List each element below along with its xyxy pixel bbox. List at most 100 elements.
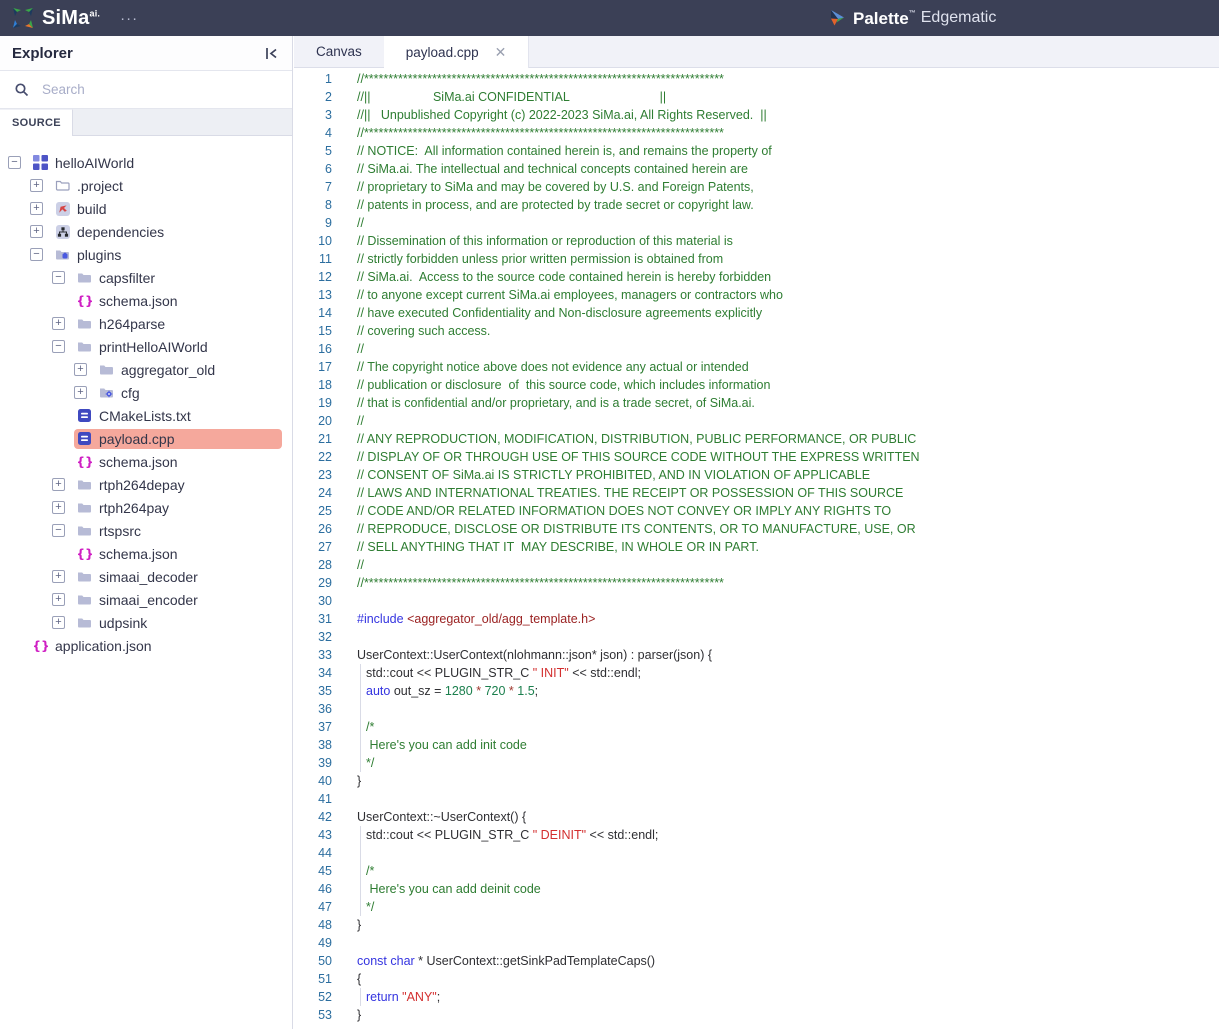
code-line[interactable]: 6// SiMa.ai. The intellectual and techni…	[294, 160, 1219, 178]
code-line[interactable]: 22// DISPLAY OF OR THROUGH USE OF THIS S…	[294, 448, 1219, 466]
tree-item-h264parse[interactable]: + h264parse	[0, 312, 292, 335]
code-line[interactable]: 33UserContext::UserContext(nlohmann::jso…	[294, 646, 1219, 664]
tree-item-content[interactable]: {}schema.json	[74, 452, 282, 472]
tree-item-payload-cpp[interactable]: payload.cpp	[0, 427, 292, 450]
code-line[interactable]: 44	[294, 844, 1219, 862]
code-line[interactable]: 40}	[294, 772, 1219, 790]
code-line[interactable]: 5// NOTICE: All information contained he…	[294, 142, 1219, 160]
code-line[interactable]: 13// to anyone except current SiMa.ai em…	[294, 286, 1219, 304]
code-line[interactable]: 10// Dissemination of this information o…	[294, 232, 1219, 250]
expand-node-icon[interactable]: +	[74, 363, 87, 376]
code-line[interactable]: 18// publication or disclosure of this s…	[294, 376, 1219, 394]
tree-item-udpsink[interactable]: + udpsink	[0, 611, 292, 634]
tree-item-content[interactable]: udpsink	[74, 613, 282, 633]
expand-node-icon[interactable]: +	[52, 593, 65, 606]
tree-item-plugins[interactable]: −plugins	[0, 243, 292, 266]
code-line[interactable]: 35auto out_sz = 1280 * 720 * 1.5;	[294, 682, 1219, 700]
code-line[interactable]: 9//	[294, 214, 1219, 232]
collapse-sidebar-icon[interactable]	[263, 46, 280, 61]
code-line[interactable]: 2//|| SiMa.ai CONFIDENTIAL ||	[294, 88, 1219, 106]
code-line[interactable]: 24// LAWS AND INTERNATIONAL TREATIES. TH…	[294, 484, 1219, 502]
tree-item-aggregator-old[interactable]: +aggregator_old	[0, 358, 292, 381]
expand-node-icon[interactable]: +	[30, 225, 43, 238]
code-line[interactable]: 37/*	[294, 718, 1219, 736]
code-line[interactable]: 29//************************************…	[294, 574, 1219, 592]
code-line[interactable]: 43std::cout << PLUGIN_STR_C " DEINIT" <<…	[294, 826, 1219, 844]
code-line[interactable]: 28//	[294, 556, 1219, 574]
expand-node-icon[interactable]: +	[52, 616, 65, 629]
expand-node-icon[interactable]: +	[52, 478, 65, 491]
code-line[interactable]: 23// CONSENT OF SiMa.ai IS STRICTLY PROH…	[294, 466, 1219, 484]
tree-item-content[interactable]: {}application.json	[30, 636, 282, 656]
code-line[interactable]: 7// proprietary to SiMa and may be cover…	[294, 178, 1219, 196]
tree-item-dependencies[interactable]: + dependencies	[0, 220, 292, 243]
code-line[interactable]: 14// have executed Confidentiality and N…	[294, 304, 1219, 322]
code-line[interactable]: 53}	[294, 1006, 1219, 1024]
tree-item-simaai-encoder[interactable]: + simaai_encoder	[0, 588, 292, 611]
tree-item-content[interactable]: h264parse	[74, 314, 282, 334]
tree-item-content[interactable]: printHelloAIWorld	[74, 337, 282, 357]
tree-item-content[interactable]: rtspsrc	[74, 521, 282, 541]
tree-item-application-json[interactable]: {}application.json	[0, 634, 292, 657]
collapse-node-icon[interactable]: −	[52, 340, 65, 353]
code-line[interactable]: 51{	[294, 970, 1219, 988]
tree-item-schema-json[interactable]: {}schema.json	[0, 542, 292, 565]
code-line[interactable]: 34std::cout << PLUGIN_STR_C " INIT" << s…	[294, 664, 1219, 682]
code-line[interactable]: 8// patents in process, and are protecte…	[294, 196, 1219, 214]
code-line[interactable]: 19// that is confidential and/or proprie…	[294, 394, 1219, 412]
expand-node-icon[interactable]: +	[52, 317, 65, 330]
code-line[interactable]: 3//|| Unpublished Copyright (c) 2022-202…	[294, 106, 1219, 124]
expand-node-icon[interactable]: +	[52, 570, 65, 583]
expand-node-icon[interactable]: +	[74, 386, 87, 399]
code-line[interactable]: 39*/	[294, 754, 1219, 772]
code-editor[interactable]: 1//*************************************…	[294, 68, 1219, 1029]
tab-canvas[interactable]: Canvas	[294, 36, 384, 67]
collapse-node-icon[interactable]: −	[52, 524, 65, 537]
code-line[interactable]: 20//	[294, 412, 1219, 430]
search-input[interactable]	[40, 81, 278, 98]
collapse-node-icon[interactable]: −	[52, 271, 65, 284]
tree-item--project[interactable]: + .project	[0, 174, 292, 197]
tree-item-build[interactable]: + build	[0, 197, 292, 220]
code-line[interactable]: 38 Here's you can add init code	[294, 736, 1219, 754]
tree-item-rtspsrc[interactable]: −rtspsrc	[0, 519, 292, 542]
tree-item-content[interactable]: {}schema.json	[74, 544, 282, 564]
code-line[interactable]: 21// ANY REPRODUCTION, MODIFICATION, DIS…	[294, 430, 1219, 448]
code-line[interactable]: 45/*	[294, 862, 1219, 880]
tree-item-rtph264pay[interactable]: + rtph264pay	[0, 496, 292, 519]
tree-item-content[interactable]: cfg	[96, 383, 282, 403]
code-line[interactable]: 41	[294, 790, 1219, 808]
code-line[interactable]: 32	[294, 628, 1219, 646]
code-line[interactable]: 4//*************************************…	[294, 124, 1219, 142]
tree-item-cfg[interactable]: + cfg	[0, 381, 292, 404]
tree-item-simaai-decoder[interactable]: + simaai_decoder	[0, 565, 292, 588]
more-menu-icon[interactable]: ···	[120, 11, 138, 26]
tree-item-content[interactable]: simaai_decoder	[74, 567, 282, 587]
code-line[interactable]: 26// REPRODUCE, DISCLOSE OR DISTRIBUTE I…	[294, 520, 1219, 538]
code-line[interactable]: 12// SiMa.ai. Access to the source code …	[294, 268, 1219, 286]
code-line[interactable]: 30	[294, 592, 1219, 610]
code-line[interactable]: 25// CODE AND/OR RELATED INFORMATION DOE…	[294, 502, 1219, 520]
collapse-node-icon[interactable]: −	[30, 248, 43, 261]
tab-payload-cpp[interactable]: payload.cpp✕	[384, 36, 530, 68]
code-line[interactable]: 49	[294, 934, 1219, 952]
collapse-node-icon[interactable]: −	[8, 156, 21, 169]
code-line[interactable]: 15// covering such access.	[294, 322, 1219, 340]
tree-item-schema-json[interactable]: {}schema.json	[0, 450, 292, 473]
code-line[interactable]: 46 Here's you can add deinit code	[294, 880, 1219, 898]
code-line[interactable]: 16//	[294, 340, 1219, 358]
tree-item-content[interactable]: simaai_encoder	[74, 590, 282, 610]
code-line[interactable]: 50const char * UserContext::getSinkPadTe…	[294, 952, 1219, 970]
tree-item-content[interactable]: .project	[52, 176, 282, 196]
tree-item-content[interactable]: dependencies	[52, 222, 282, 242]
tree-item-content[interactable]: {}schema.json	[74, 291, 282, 311]
tree-item-capsfilter[interactable]: −capsfilter	[0, 266, 292, 289]
tree-item-content[interactable]: rtph264pay	[74, 498, 282, 518]
tree-item-content[interactable]: CMakeLists.txt	[74, 406, 282, 426]
expand-node-icon[interactable]: +	[30, 202, 43, 215]
expand-node-icon[interactable]: +	[30, 179, 43, 192]
tree-item-content[interactable]: build	[52, 199, 282, 219]
tree-item-content[interactable]: rtph264depay	[74, 475, 282, 495]
tree-item-helloaiworld[interactable]: −helloAIWorld	[0, 151, 292, 174]
expand-node-icon[interactable]: +	[52, 501, 65, 514]
